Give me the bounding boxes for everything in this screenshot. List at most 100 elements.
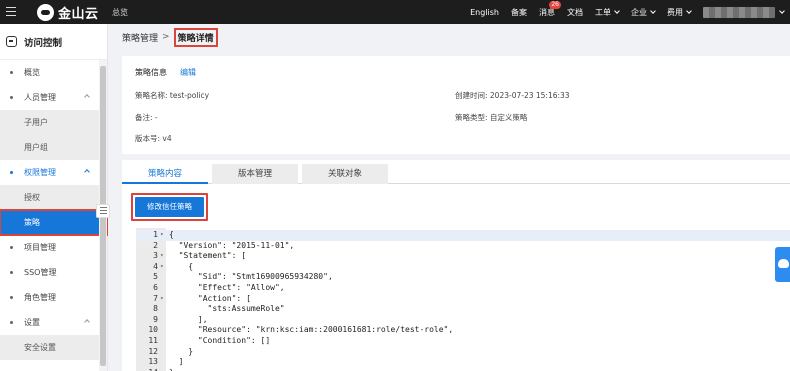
policy-type: 策略类型: 自定义策略 <box>455 113 528 122</box>
nav-label: English <box>470 7 499 17</box>
sidebar-item-overview[interactable]: 概览 <box>0 60 107 85</box>
sidebar-item-label: 策略 <box>24 218 40 227</box>
nav-tickets[interactable]: 工单 <box>595 7 620 18</box>
code-line[interactable]: 7 ▾ "Action": [ <box>136 294 790 305</box>
logo-text: 金山云 <box>58 6 99 22</box>
breadcrumb: 策略管理 > 策略详情 <box>110 24 790 50</box>
code-line[interactable]: 1 ▾ { <box>136 230 790 241</box>
sidebar-item-projects[interactable]: 项目管理 <box>0 235 107 260</box>
tab-policy-content[interactable]: 策略内容 <box>122 164 208 184</box>
chevron-down-icon <box>614 7 620 14</box>
chevron-up-icon <box>84 319 90 325</box>
line-number: 3 <box>153 251 158 261</box>
sidebar-item-label: 授权 <box>24 193 40 202</box>
code-line[interactable]: 10 "Resource": "krn:ksc:iam::2000161681:… <box>136 325 790 336</box>
fold-arrow-icon[interactable]: ▾ <box>160 262 164 273</box>
line-number: 1 <box>153 230 158 239</box>
policy-name: 策略名称: test-policy <box>135 91 210 100</box>
sidebar-item-roles[interactable]: 角色管理 <box>0 285 107 310</box>
sidebar-item-permissions[interactable]: 权限管理 <box>0 160 107 185</box>
sidebar-item-label: 概览 <box>24 68 40 77</box>
fold-arrow-icon[interactable]: ▾ <box>160 230 164 241</box>
code-line[interactable]: 3 ▾ "Statement": [ <box>136 251 790 262</box>
policy-tabs-card: 策略内容 版本管理 关联对象 修改信任策略 1 ▾{2 "Version": "2… <box>122 160 790 371</box>
console-link[interactable]: 总览 <box>112 7 128 18</box>
tab-associated-objects[interactable]: 关联对象 <box>302 164 388 184</box>
fold-arrow-icon[interactable]: ▾ <box>160 251 164 262</box>
code-line[interactable]: 4 ▾ { <box>136 262 790 273</box>
nav-messages[interactable]: 消息 26 <box>539 0 561 18</box>
line-number: 12 <box>148 346 158 356</box>
nav-label: 消息 <box>539 7 555 17</box>
line-number: 8 <box>153 304 158 314</box>
top-nav: English 备案 消息 26 文档 工单 企业 费用 <box>458 0 790 24</box>
sidebar-item-label: 设置 <box>24 318 40 327</box>
sidebar-item-label: 用户组 <box>24 143 48 152</box>
code-text: } <box>169 346 194 356</box>
breadcrumb-parent[interactable]: 策略管理 <box>122 31 158 44</box>
sidebar-item-groups[interactable]: 用户组 <box>0 135 107 160</box>
code-text: "Condition": [] <box>169 336 271 345</box>
code-line[interactable]: 5 "Sid": "Stmt16900965934280", <box>136 272 790 283</box>
code-text: "sts:AssumeRole" <box>169 304 285 314</box>
tab-version-management[interactable]: 版本管理 <box>212 164 298 184</box>
nav-english[interactable]: English <box>470 8 499 17</box>
code-line[interactable]: 2 "Version": "2015-11-01", <box>136 241 790 252</box>
edit-link[interactable]: 编辑 <box>180 67 196 78</box>
sidebar-item-label: SSO管理 <box>24 268 57 277</box>
sidebar-item-policies[interactable]: 策略 <box>0 209 108 236</box>
menu-icon[interactable] <box>3 4 19 20</box>
bullet-icon <box>10 321 13 324</box>
bullet-icon <box>10 71 13 74</box>
chevron-down-icon <box>686 7 692 14</box>
bullet-icon <box>10 271 13 274</box>
code-line[interactable]: 13 ] <box>136 357 790 368</box>
sidebar: 访问控制 概览 人员管理 子用户 用户组 权限管理 授权 策略 项目管理 SSO… <box>0 24 108 371</box>
code-text: "Effect": "Allow", <box>169 283 285 292</box>
code-text: "Version": "2015-11-01", <box>169 240 295 250</box>
code-line[interactable]: 11 "Condition": [] <box>136 336 790 347</box>
bullet-icon <box>10 96 13 99</box>
nav-label: 费用 <box>667 7 683 17</box>
sidebar-item-sso[interactable]: SSO管理 <box>0 260 107 285</box>
account-menu[interactable] <box>703 6 775 18</box>
nav-label: 文档 <box>567 7 583 17</box>
sidebar-item-subusers[interactable]: 子用户 <box>0 110 107 135</box>
sidebar-item-grants[interactable]: 授权 <box>0 185 107 210</box>
cloud-logo-icon <box>37 3 54 21</box>
highlight-box: 修改信任策略 <box>131 193 208 221</box>
nav-beian[interactable]: 备案 <box>511 7 527 18</box>
chevron-down-icon[interactable] <box>779 7 785 14</box>
line-number: 4 <box>153 261 158 271</box>
line-number: 5 <box>153 272 158 282</box>
nav-enterprise[interactable]: 企业 <box>631 7 656 18</box>
line-number: 11 <box>148 336 158 345</box>
sidebar-item-label: 子用户 <box>24 118 48 127</box>
sidebar-item-label: 安全设置 <box>24 343 56 352</box>
code-line[interactable]: 8 "sts:AssumeRole" <box>136 304 790 315</box>
policy-info-card: 策略信息 编辑 策略名称: test-policy 创建时间: 2023-07-… <box>122 56 790 154</box>
sidebar-item-people[interactable]: 人员管理 <box>0 85 107 110</box>
nav-label: 备案 <box>511 7 527 17</box>
code-text: { <box>169 261 194 271</box>
code-line[interactable]: 6 "Effect": "Allow", <box>136 283 790 294</box>
floating-help-button[interactable] <box>775 247 790 282</box>
line-number: 6 <box>153 283 158 292</box>
sidebar-item-settings[interactable]: 设置 <box>0 310 107 335</box>
top-bar: 金山云 总览 English 备案 消息 26 文档 工单 企业 费用 <box>0 0 790 24</box>
sidebar-item-security[interactable]: 安全设置 <box>0 335 107 360</box>
section-title: 策略信息 <box>135 68 167 77</box>
policy-version: 版本号: v4 <box>135 134 172 143</box>
fold-arrow-icon[interactable]: ▾ <box>160 294 164 305</box>
code-line[interactable]: 9 ], <box>136 315 790 326</box>
nav-docs[interactable]: 文档 <box>567 7 583 18</box>
collapse-sidebar-icon[interactable] <box>96 204 110 218</box>
logo[interactable]: 金山云 <box>37 3 99 22</box>
modify-trust-policy-button[interactable]: 修改信任策略 <box>135 197 204 217</box>
policy-code-editor[interactable]: 1 ▾{2 "Version": "2015-11-01", 3 ▾ "Stateme… <box>136 228 790 371</box>
message-count-badge: 26 <box>549 0 561 9</box>
nav-billing[interactable]: 费用 <box>667 7 692 18</box>
code-text: "Statement": [ <box>169 251 247 261</box>
sidebar-header: 访问控制 <box>0 24 107 60</box>
code-line[interactable]: 12 } <box>136 347 790 358</box>
